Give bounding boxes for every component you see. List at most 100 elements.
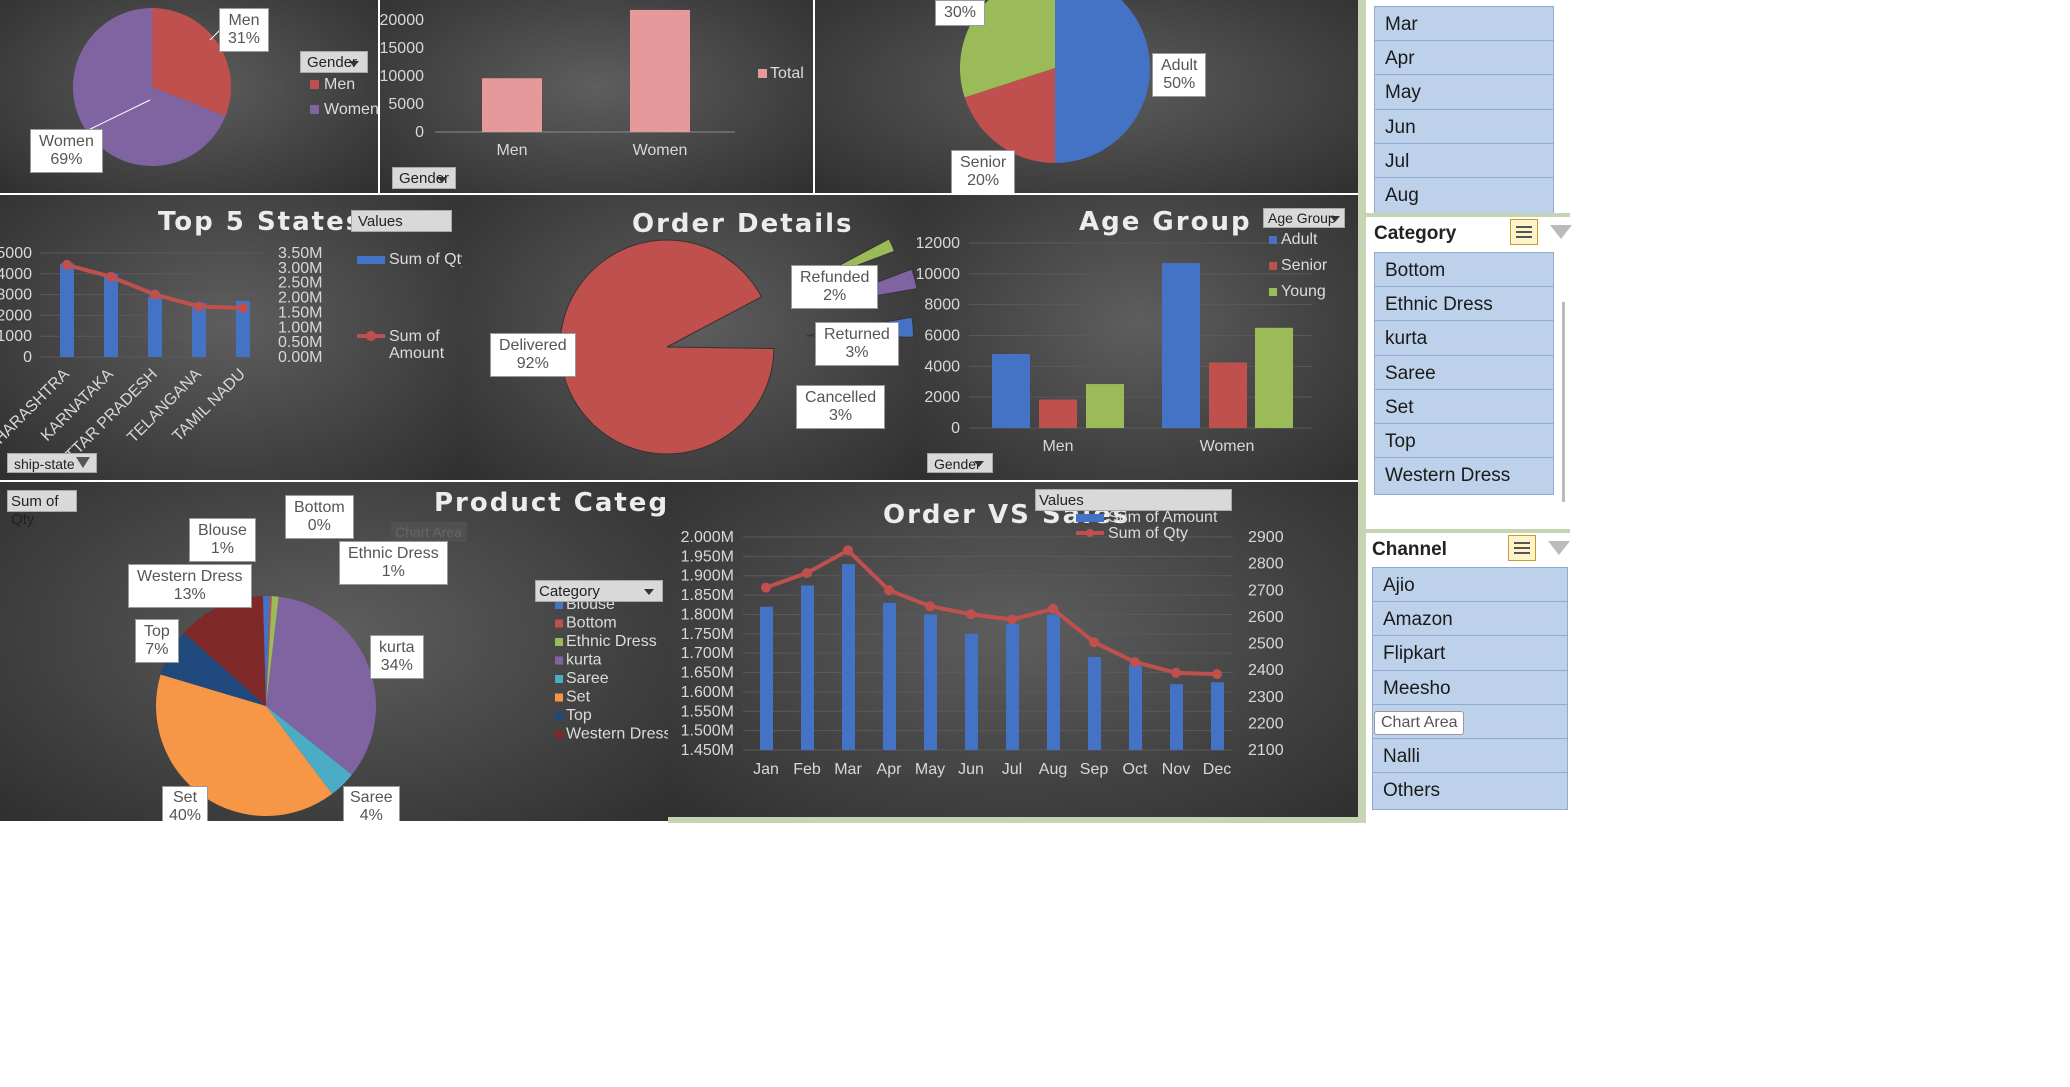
ovs-amount-bar[interactable] [924,614,937,750]
pie-slice-adult[interactable] [1055,0,1150,163]
ovs-amount-bar[interactable] [801,585,814,750]
slicer-item-apr[interactable]: Apr [1374,40,1554,79]
states-qty-bar[interactable] [60,263,74,357]
multi-select-icon[interactable] [1510,219,1538,245]
slicer-item-set[interactable]: Set [1374,388,1554,427]
set-data-label: Set 40% [162,786,209,821]
saree-data-label: Saree 4% [343,786,400,821]
category-legend-swatch [555,693,563,702]
ovs-amount-bar[interactable] [1088,657,1101,750]
gender-axis-field-button[interactable]: Gender [392,167,456,189]
ovs-values-field-button[interactable]: Values [1035,489,1232,511]
age-bar-senior-women[interactable] [1209,362,1247,428]
top-states-panel[interactable]: Top 5 States 5000 4000 3000 2000 1000 0 3.50M 3… [0,195,462,480]
ovs-ytick: 1.600M [681,684,734,701]
slicer-item-amazon[interactable]: Amazon [1372,601,1568,640]
slicer-item-may[interactable]: May [1374,74,1554,113]
age-bar-young-women[interactable] [1255,327,1293,428]
values-field-button[interactable]: Values [351,210,452,232]
slicer-item-ethnic-dress[interactable]: Ethnic Dress [1374,286,1554,325]
slicer-item-ajio[interactable]: Ajio [1372,567,1568,605]
filter-icon[interactable] [76,457,90,468]
ovs-xtick: Jul [1002,761,1022,778]
slicer-item-flipkart[interactable]: Flipkart [1372,635,1568,674]
slicer-item-western-dress[interactable]: Western Dress [1374,457,1554,496]
slicer-item-jun[interactable]: Jun [1374,108,1554,147]
young-legend-swatch [1269,288,1277,296]
age-bar-young-men[interactable] [1086,384,1124,428]
slicer-item-jul[interactable]: Jul [1374,142,1554,181]
channel-slicer-title: Channel [1372,539,1447,560]
slicer-item-top[interactable]: Top [1374,423,1554,461]
ovs-amount-bar[interactable] [1211,682,1224,750]
ovs-qty-point [802,567,812,578]
adult-legend-label: Adult [1281,231,1318,248]
month-slicer[interactable]: Mar Apr May Jun Jul Aug [1366,0,1570,215]
gender-bar-xtick: Women [633,142,688,159]
ovs-amount-bar[interactable] [760,606,773,750]
category-slicer[interactable]: Category Bottom Ethnic Dress kurta Saree Set… [1366,217,1572,529]
slicer-item-saree[interactable]: Saree [1374,354,1554,393]
age-bar-senior-men[interactable] [1039,399,1077,428]
gender-bar-panel[interactable]: 20000 15000 10000 5000 0 Men Women Total Gende… [380,0,813,193]
gender-legend-men: Men [324,76,355,93]
sum-of-qty-field-button[interactable]: Sum of Qty [7,490,77,528]
ovs-amount-bar[interactable] [1170,684,1183,750]
kurta-data-label: kurta 34% [370,635,424,679]
ovs-y2tick: 2900 [1248,529,1284,546]
ovs-amount-bar[interactable] [965,633,978,750]
category-legend-label: Bottom [566,615,617,632]
age-pie-top-panel[interactable]: 30% Adult 50% Senior 20% [815,0,1360,193]
channel-clear-filter-icon[interactable] [1548,541,1570,555]
ovs-xtick: Feb [793,761,821,778]
age-pie-top-chart [960,0,1150,163]
category-legend-label: Ethnic Dress [566,633,657,650]
age-gender-axis-button[interactable]: Gender [927,453,993,473]
ovs-y2tick: 2200 [1248,715,1284,732]
age-group-field-button[interactable]: Age Group [1263,208,1345,228]
states-qty-bar[interactable] [148,296,162,357]
ovs-qty-line[interactable] [765,547,1218,677]
slicer-item-meesho[interactable]: Meesho [1372,669,1568,708]
category-legend-field-button[interactable]: Category [535,580,663,602]
qty-legend-label: Sum of Qty [389,251,462,268]
gender-legend-field-button[interactable]: Gender [300,51,368,73]
ovs-amount-bar[interactable] [1047,614,1060,750]
slicer-item-kurta[interactable]: kurta [1374,320,1554,359]
product-category-panel[interactable]: Product Category BlouseBottomEthnic Dres… [0,482,668,821]
age-group-panel[interactable]: Age Group 12000 10000 8000 6000 4000 2000 0 Men… [917,195,1360,480]
slicer-item-others[interactable]: Others [1372,772,1568,811]
ovs-y2tick: 2800 [1248,556,1284,573]
slicer-item-aug[interactable]: Aug [1374,177,1554,215]
ovs-amount-bar[interactable] [883,602,896,750]
states-y2tick: 0.00M [278,349,322,366]
ship-state-field-button[interactable]: ship-state [7,453,97,473]
qty-legend-swatch [357,256,385,264]
ovs-ytick: 1.750M [681,626,734,643]
bottom-data-label: Bottom 0% [285,495,354,539]
category-scrollbar[interactable] [1562,302,1565,502]
age-xtick: Women [1200,438,1255,455]
order-slice-delivered[interactable] [559,239,775,455]
slicer-item-nalli[interactable]: Nalli [1372,738,1568,776]
slicer-item-mar[interactable]: Mar [1374,6,1554,44]
order-details-panel[interactable]: Order Details Delivered 92% Refunded 2% Re… [462,195,917,480]
ovs-qty-point [1048,603,1058,614]
slicer-item-bottom[interactable]: Bottom [1374,252,1554,290]
channel-slicer[interactable]: Channel AjioAmazonFlipkartMeeshoMyntraNa… [1366,533,1570,823]
age-bar-adult-men[interactable] [992,354,1030,428]
clear-filter-icon[interactable] [1550,225,1572,239]
ovs-amount-bar[interactable] [1006,624,1019,750]
gender-bar-ytick: 15000 [380,40,424,57]
ovs-amount-bar[interactable] [1129,664,1142,750]
gender-pie-panel[interactable]: Men Women Gender Men 31% Women 69% [0,0,378,193]
order-vs-sales-panel[interactable]: Order VS Sales 2.000M 1.950M 1.900M 1.850M 1… [668,482,1358,817]
top-data-label: Top 7% [135,619,179,663]
gender-bar-women[interactable] [630,9,690,133]
ovs-amount-bar[interactable] [842,564,855,750]
states-qty-bar[interactable] [104,273,118,357]
channel-multi-select-icon[interactable] [1508,535,1536,561]
ovs-ytick: 1.850M [681,587,734,604]
gender-bar-men[interactable] [482,78,542,132]
age-bar-adult-women[interactable] [1162,263,1200,428]
